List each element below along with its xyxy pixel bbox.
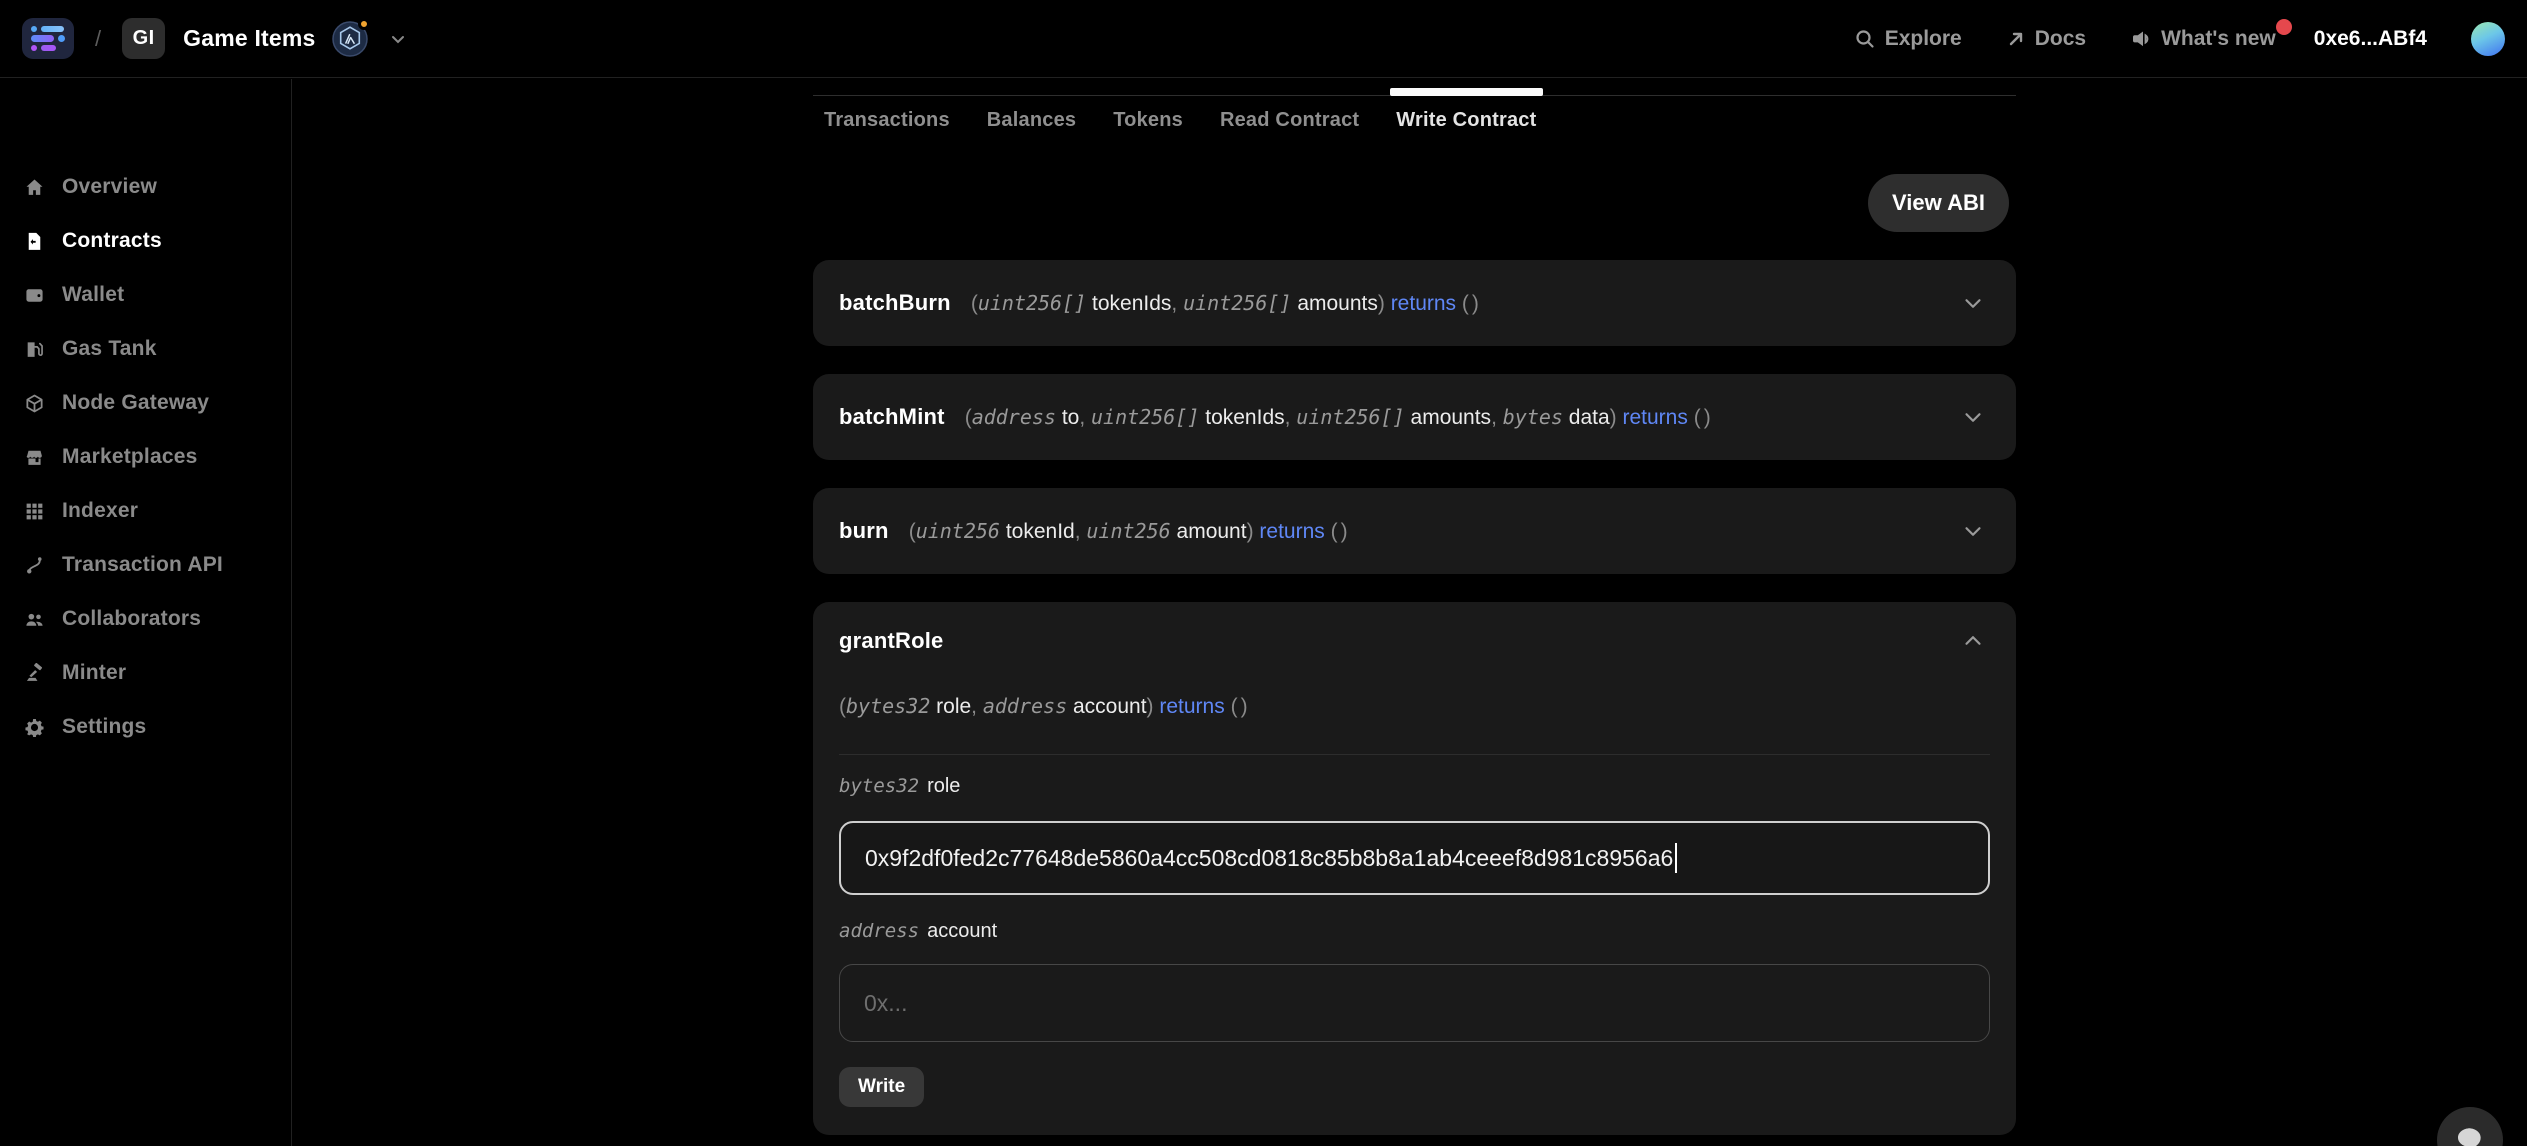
project-badge[interactable]: GI <box>122 18 165 59</box>
view-abi-button[interactable]: View ABI <box>1868 174 2009 232</box>
whats-new-link[interactable]: What's new <box>2130 27 2276 51</box>
tab-read-contract[interactable]: Read Contract <box>1220 109 1359 132</box>
function-card-batchMint[interactable]: batchMint (address to, uint256[] tokenIds… <box>813 374 2016 460</box>
sidebar-item-collaborators[interactable]: Collaborators <box>0 592 291 646</box>
contract-tabs: Transactions Balances Tokens Read Contra… <box>824 109 1537 132</box>
sidebar-item-wallet[interactable]: Wallet <box>0 268 291 322</box>
notification-dot <box>2276 19 2292 35</box>
function-list: batchBurn (uint256[] tokenIds, uint256[] … <box>813 260 2016 1135</box>
sidebar-item-transaction-api[interactable]: Transaction API <box>0 538 291 592</box>
gear-icon <box>23 716 45 738</box>
megaphone-icon <box>2130 28 2152 50</box>
grid-icon <box>23 500 45 522</box>
sidebar-item-node-gateway[interactable]: Node Gateway <box>0 376 291 430</box>
breadcrumb-separator: / <box>95 26 101 52</box>
contract-icon <box>23 230 45 252</box>
top-header: / GI Game Items Explore D <box>0 0 2527 78</box>
function-card-burn[interactable]: burn (uint256 tokenId, uint256 amount) re… <box>813 488 2016 574</box>
wallet-address[interactable]: 0xe6...ABf4 <box>2314 27 2427 51</box>
main-content: Transactions Balances Tokens Read Contra… <box>293 79 2527 1146</box>
sidebar-item-minter[interactable]: Minter <box>0 646 291 700</box>
app-logo-icon[interactable] <box>22 18 74 59</box>
tab-transactions[interactable]: Transactions <box>824 109 950 132</box>
function-name: burn <box>839 518 889 544</box>
function-name: batchMint <box>839 404 945 430</box>
tab-write-contract[interactable]: Write Contract <box>1396 109 1536 132</box>
storefront-icon <box>23 446 45 468</box>
arbitrum-chain-icon <box>332 21 368 57</box>
home-icon <box>23 176 45 198</box>
chevron-down-icon[interactable] <box>1960 404 1986 430</box>
function-name: batchBurn <box>839 290 951 316</box>
function-card-batchBurn[interactable]: batchBurn (uint256[] tokenIds, uint256[] … <box>813 260 2016 346</box>
function-signature-row: (bytes32 role, address account) returns … <box>839 694 1251 719</box>
function-signature: (address to, uint256[] tokenIds, uint256… <box>965 405 1714 430</box>
divider <box>839 754 1990 755</box>
text-caret <box>1675 843 1677 873</box>
fuel-pump-icon <box>23 338 45 360</box>
chevron-down-icon[interactable] <box>1960 518 1986 544</box>
sidebar-item-settings[interactable]: Settings <box>0 700 291 754</box>
chain-status-dot <box>358 18 370 30</box>
function-name: grantRole <box>839 628 943 654</box>
project-title: Game Items <box>183 25 315 52</box>
sidebar: Overview Contracts Wallet Gas Tank Node … <box>0 79 292 1146</box>
sidebar-item-marketplaces[interactable]: Marketplaces <box>0 430 291 484</box>
function-signature: (uint256 tokenId, uint256 amount) return… <box>909 519 1351 544</box>
cube-icon <box>23 392 45 414</box>
docs-link[interactable]: Docs <box>2006 27 2086 51</box>
explore-link[interactable]: Explore <box>1854 27 1962 51</box>
sidebar-item-overview[interactable]: Overview <box>0 160 291 214</box>
tab-balances[interactable]: Balances <box>987 109 1076 132</box>
avatar[interactable] <box>2471 22 2505 56</box>
users-icon <box>23 608 45 630</box>
chat-bubble-icon <box>2454 1124 2486 1146</box>
external-arrow-icon <box>2006 29 2026 49</box>
function-signature: (uint256[] tokenIds, uint256[] amounts) … <box>971 291 1482 316</box>
sidebar-item-gas-tank[interactable]: Gas Tank <box>0 322 291 376</box>
project-switcher-chevron-down-icon[interactable] <box>386 27 410 51</box>
role-input[interactable]: 0x9f2df0fed2c77648de5860a4cc508cd0818c85… <box>839 821 1990 895</box>
breadcrumb: / GI Game Items <box>22 18 410 59</box>
chevron-up-icon[interactable] <box>1960 628 1986 654</box>
gavel-icon <box>23 662 45 684</box>
route-icon <box>23 554 45 576</box>
role-field-label: bytes32role <box>839 775 960 798</box>
tab-tokens[interactable]: Tokens <box>1113 109 1183 132</box>
sidebar-item-contracts[interactable]: Contracts <box>0 214 291 268</box>
function-signature: (bytes32 role, address account) returns … <box>839 695 1251 718</box>
app-window: / GI Game Items Explore D <box>0 0 2527 1146</box>
header-nav: Explore Docs What's new 0xe6...ABf4 <box>1854 22 2505 56</box>
function-card-grantRole: grantRole (bytes32 role, address account)… <box>813 602 2016 1135</box>
function-header-grantRole[interactable]: grantRole <box>839 628 1986 654</box>
sidebar-item-indexer[interactable]: Indexer <box>0 484 291 538</box>
chevron-down-icon[interactable] <box>1960 290 1986 316</box>
account-field-label: addressaccount <box>839 920 997 943</box>
search-icon <box>1854 28 1876 50</box>
account-input[interactable] <box>839 964 1990 1042</box>
write-button[interactable]: Write <box>839 1067 924 1107</box>
wallet-icon <box>23 284 45 306</box>
